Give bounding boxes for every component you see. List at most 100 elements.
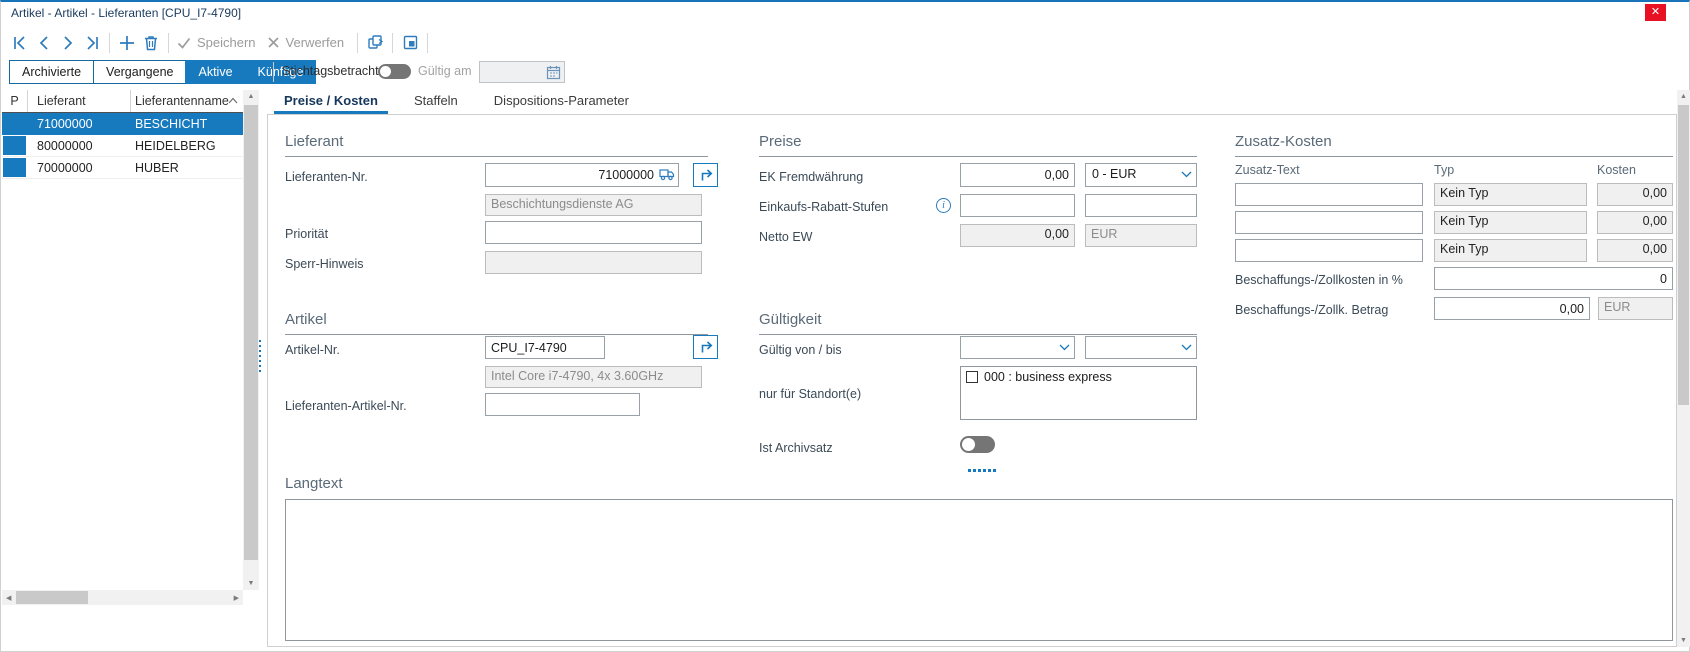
table-row[interactable]: 70000000 HUBER xyxy=(2,157,243,179)
ek-currency-value: 0 - EUR xyxy=(1092,167,1136,181)
supplier-table-header: P Lieferant Lieferantenname xyxy=(2,90,243,113)
discard-label: Verwerfen xyxy=(286,35,345,50)
gueltig-von-select[interactable] xyxy=(960,336,1075,359)
info-icon[interactable]: i xyxy=(936,198,951,213)
tab-dispositions-parameter[interactable]: Dispositions-Parameter xyxy=(484,90,639,114)
scroll-up-icon[interactable]: ▲ xyxy=(1677,93,1690,100)
transfer-record-button[interactable] xyxy=(363,31,387,55)
toolbar-separator xyxy=(168,33,169,53)
rabatt-input-1[interactable] xyxy=(960,194,1075,217)
langtext-textarea[interactable] xyxy=(285,499,1673,641)
tab-preise-kosten[interactable]: Preise / Kosten xyxy=(274,90,388,114)
ist-archivsatz-toggle[interactable] xyxy=(960,436,995,453)
priority-cell xyxy=(2,157,28,178)
toolbar-separator xyxy=(357,33,358,53)
artikel-beschreibung-field: Intel Core i7-4790, 4x 3.60GHz xyxy=(485,366,702,388)
nav-next-button[interactable] xyxy=(56,31,80,55)
nav-last-button[interactable] xyxy=(80,31,104,55)
filter-bar: Archivierte Vergangene Aktive Künftige S… xyxy=(1,58,1689,88)
goto-arrow-icon xyxy=(697,338,715,356)
prioritaet-input[interactable] xyxy=(485,221,702,244)
cascade-window-icon xyxy=(401,33,420,52)
discard-button[interactable]: Verwerfen xyxy=(266,35,345,50)
scroll-down-icon[interactable]: ▼ xyxy=(243,580,259,587)
window-title: Artikel - Artikel - Lieferanten [CPU_I7-… xyxy=(11,6,241,20)
scroll-up-icon[interactable]: ▲ xyxy=(243,93,259,100)
lieferanten-nr-input[interactable] xyxy=(485,163,679,187)
table-row[interactable]: 80000000 HEIDELBERG xyxy=(2,135,243,157)
scrollbar-thumb[interactable] xyxy=(16,591,88,604)
scroll-right-icon[interactable]: ▶ xyxy=(234,594,239,602)
rabatt-input-2[interactable] xyxy=(1085,194,1197,217)
open-window-button[interactable] xyxy=(398,31,422,55)
nav-first-button[interactable] xyxy=(8,31,32,55)
nav-prev-button[interactable] xyxy=(32,31,56,55)
zusatz-text-input[interactable] xyxy=(1235,211,1423,234)
main-vertical-scrollbar[interactable]: ▲ ▼ xyxy=(1677,90,1690,647)
column-header-p[interactable]: P xyxy=(2,90,28,112)
toolbar-separator xyxy=(109,33,110,53)
trash-icon xyxy=(142,34,160,52)
ist-archivsatz-label: Ist Archivsatz xyxy=(759,441,833,455)
toolbar-separator xyxy=(392,33,393,53)
einkaufs-rabatt-label: Einkaufs-Rabatt-Stufen xyxy=(759,200,888,214)
table-horizontal-scrollbar[interactable]: ◀ ▶ xyxy=(2,590,243,605)
copy-arrow-icon xyxy=(366,33,385,52)
priority-marker xyxy=(3,114,26,133)
scroll-down-icon[interactable]: ▼ xyxy=(1677,637,1690,644)
supplier-truck-icon xyxy=(659,168,675,181)
expander-dots[interactable] xyxy=(968,469,996,472)
zusatz-text-input[interactable] xyxy=(1235,239,1423,262)
gueltig-am-label: Gültig am xyxy=(418,64,472,78)
supplier-table: P Lieferant Lieferantenname 71000000 BES… xyxy=(2,90,243,179)
save-button[interactable]: Speichern xyxy=(176,35,256,51)
scroll-left-icon[interactable]: ◀ xyxy=(6,594,11,602)
table-row[interactable]: 71000000 BESCHICHT xyxy=(2,113,243,135)
section-heading-gueltigkeit: Gültigkeit xyxy=(759,311,1197,335)
zusatz-text-input[interactable] xyxy=(1235,183,1423,206)
tab-staffeln[interactable]: Staffeln xyxy=(404,90,468,114)
lieferanten-artikel-nr-input[interactable] xyxy=(485,393,640,416)
close-button[interactable]: ✕ xyxy=(1645,4,1666,21)
chevron-down-icon xyxy=(1059,344,1070,351)
title-bar: Artikel - Artikel - Lieferanten [CPU_I7-… xyxy=(1,2,1689,26)
zusatz-text-column-label: Zusatz-Text xyxy=(1235,163,1300,177)
column-header-lieferantenname[interactable]: Lieferantenname xyxy=(131,90,243,112)
checkbox-icon[interactable] xyxy=(966,371,978,383)
panel-splitter[interactable] xyxy=(258,340,262,372)
check-icon xyxy=(176,35,192,51)
column-header-lieferant[interactable]: Lieferant xyxy=(28,90,131,112)
standort-item-label: 000 : business express xyxy=(984,370,1112,384)
toolbar: Speichern Verwerfen xyxy=(1,27,1689,58)
scrollbar-thumb[interactable] xyxy=(244,105,258,560)
stichtag-toggle[interactable] xyxy=(378,64,411,79)
zollkosten-prozent-input[interactable] xyxy=(1434,267,1673,290)
scrollbar-thumb[interactable] xyxy=(1678,105,1689,405)
priority-cell xyxy=(2,113,28,134)
calendar-icon xyxy=(546,65,561,80)
filter-tab-archivierte[interactable]: Archivierte xyxy=(9,60,94,84)
delete-record-button[interactable] xyxy=(139,31,163,55)
standorte-label: nur für Standort(e) xyxy=(759,387,861,401)
add-record-button[interactable] xyxy=(115,31,139,55)
standort-list-item[interactable]: 000 : business express xyxy=(966,370,1191,384)
gueltig-am-date-field[interactable] xyxy=(479,61,565,83)
artikel-nr-input[interactable] xyxy=(485,336,605,359)
ek-currency-select[interactable]: 0 - EUR xyxy=(1085,163,1197,187)
section-heading-artikel: Artikel xyxy=(285,311,708,335)
gueltig-bis-select[interactable] xyxy=(1085,336,1197,359)
zollkosten-betrag-input[interactable] xyxy=(1434,297,1590,320)
ek-fremdwaehrung-input[interactable] xyxy=(960,163,1075,187)
netto-ew-currency-field: EUR xyxy=(1085,224,1197,247)
betrag-currency-field: EUR xyxy=(1598,297,1673,320)
table-vertical-scrollbar[interactable]: ▲ ▼ xyxy=(243,90,259,590)
goto-lieferant-button[interactable] xyxy=(693,163,718,187)
lieferanten-nr-wrap xyxy=(485,163,679,187)
filter-tab-vergangene[interactable]: Vergangene xyxy=(93,60,186,84)
section-heading-lieferant: Lieferant xyxy=(285,133,708,157)
goto-artikel-button[interactable] xyxy=(693,335,718,359)
chevron-down-icon xyxy=(1181,344,1192,351)
section-heading-langtext: Langtext xyxy=(285,475,343,498)
filter-tab-aktive[interactable]: Aktive xyxy=(185,60,245,84)
lieferant-name-field: Beschichtungsdienste AG xyxy=(485,194,702,216)
